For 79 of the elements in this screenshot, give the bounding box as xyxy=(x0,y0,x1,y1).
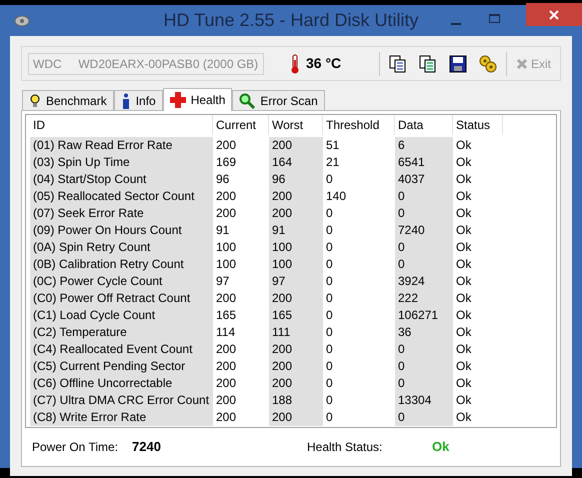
column-header[interactable]: Worst xyxy=(269,115,323,135)
table-cell: (C1) Load Cycle Count xyxy=(30,307,213,324)
table-cell: 4037 xyxy=(395,171,453,188)
table-cell: 0 xyxy=(395,358,453,375)
table-cell: 200 xyxy=(269,205,323,222)
table-cell: 0 xyxy=(395,341,453,358)
hard-disk-icon xyxy=(13,13,31,29)
table-cell: (09) Power On Hours Count xyxy=(30,222,213,239)
copy-icon[interactable] xyxy=(418,54,438,74)
power-on-time-label: Power On Time: xyxy=(32,439,120,456)
table-cell: 106271 xyxy=(395,307,453,324)
table-cell: 165 xyxy=(269,307,323,324)
table-cell: (0B) Calibration Retry Count xyxy=(30,256,213,273)
tab[interactable]: Info xyxy=(114,90,163,110)
medical-cross-icon xyxy=(170,92,186,108)
tab[interactable]: Health xyxy=(162,88,232,111)
table-cell: 200 xyxy=(269,188,323,205)
table-cell: 7240 xyxy=(395,222,453,239)
table-cell: 111 xyxy=(269,324,323,341)
table-cell: (C4) Reallocated Event Count xyxy=(30,341,213,358)
table-cell: (01) Raw Read Error Rate xyxy=(30,137,213,154)
health-status-value: Ok xyxy=(432,438,450,456)
light-bulb-icon xyxy=(29,94,41,108)
table-cell: (C6) Offline Uncorrectable xyxy=(30,375,213,392)
temperature-reading: 36 °C xyxy=(306,54,342,73)
table-cell: 3924 xyxy=(395,273,453,290)
table-cell: 6 xyxy=(395,137,453,154)
table-cell: 0 xyxy=(395,256,453,273)
table-cell: (0A) Spin Retry Count xyxy=(30,239,213,256)
column-header[interactable]: Status xyxy=(453,115,503,135)
column-header[interactable]: Threshold xyxy=(323,115,395,135)
table-cell: (0C) Power Cycle Count xyxy=(30,273,213,290)
table-cell: 100 xyxy=(269,256,323,273)
thermometer-icon xyxy=(290,54,300,74)
close-button[interactable] xyxy=(526,3,582,26)
table-cell: 100 xyxy=(269,239,323,256)
table-cell: 91 xyxy=(269,222,323,239)
close-icon xyxy=(549,10,559,20)
table-cell: 0 xyxy=(395,205,453,222)
gears-icon[interactable] xyxy=(478,54,498,74)
table-cell: (C0) Power Off Retract Count xyxy=(30,290,213,307)
column-header[interactable]: Data xyxy=(395,115,453,135)
table-cell: 200 xyxy=(269,290,323,307)
table-cell: 200 xyxy=(269,375,323,392)
table-cell: 200 xyxy=(269,358,323,375)
table-cell: (C7) Ultra DMA CRC Error Count xyxy=(30,392,213,409)
window-title: HD Tune 2.55 - Hard Disk Utility xyxy=(163,9,419,32)
table-cell: 0 xyxy=(395,239,453,256)
table-cell: (C5) Current Pending Sector xyxy=(30,358,213,375)
table-cell: 200 xyxy=(269,341,323,358)
column-header[interactable]: Current xyxy=(213,115,269,135)
power-on-time-value: 7240 xyxy=(132,438,162,456)
table-cell: 200 xyxy=(269,409,323,426)
table-cell: 97 xyxy=(269,273,323,290)
table-cell: (C2) Temperature xyxy=(30,324,213,341)
close-icon xyxy=(516,58,528,70)
table-cell: 0 xyxy=(395,375,453,392)
table-cell: 164 xyxy=(269,154,323,171)
table-cell: (03) Spin Up Time xyxy=(30,154,213,171)
table-cell: 188 xyxy=(269,392,323,409)
table-cell: 13304 xyxy=(395,392,453,409)
tab[interactable]: Benchmark xyxy=(22,90,114,110)
tab[interactable]: Error Scan xyxy=(232,90,325,110)
table-cell: 96 xyxy=(269,171,323,188)
table-cell: 0 xyxy=(395,409,453,426)
table-cell: 36 xyxy=(395,324,453,341)
table-cell: 200 xyxy=(269,137,323,154)
health-status-label: Health Status: xyxy=(307,439,384,456)
info-icon xyxy=(120,92,131,108)
magnifier-icon xyxy=(239,92,256,108)
table-cell: 222 xyxy=(395,290,453,307)
table-cell: (04) Start/Stop Count xyxy=(30,171,213,188)
table-cell: 6541 xyxy=(395,154,453,171)
table-cell: (05) Reallocated Sector Count xyxy=(30,188,213,205)
table-cell: (C8) Write Error Rate xyxy=(30,409,213,426)
copy-icon[interactable] xyxy=(388,54,408,74)
column-header[interactable]: ID xyxy=(30,115,213,135)
table-cell: (07) Seek Error Rate xyxy=(30,205,213,222)
table-cell: 0 xyxy=(395,188,453,205)
